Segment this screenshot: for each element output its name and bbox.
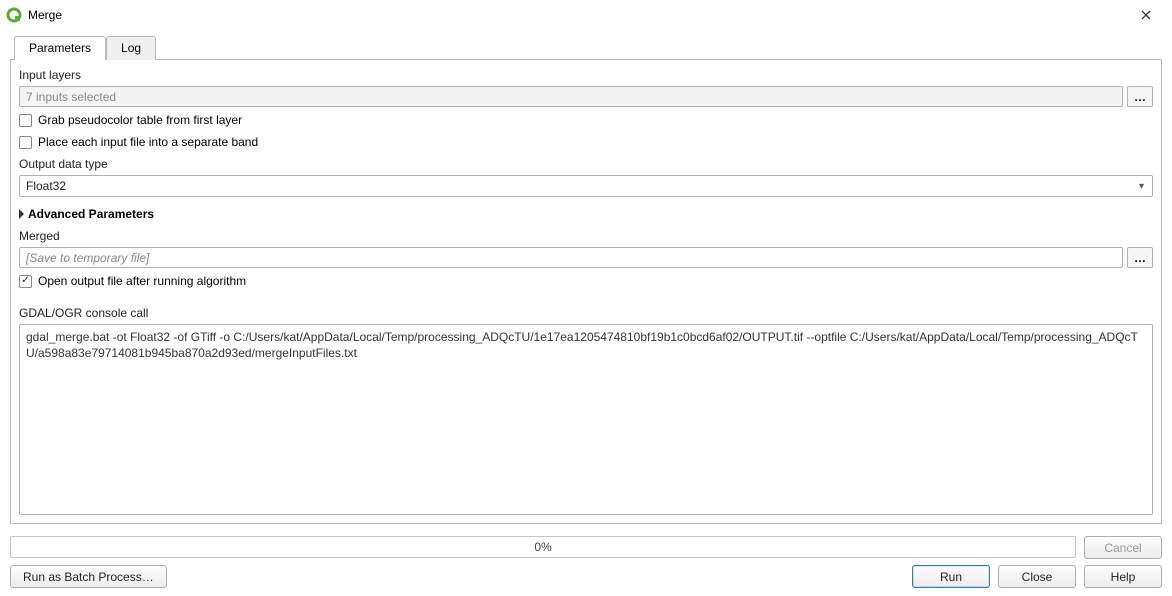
grab-pseudocolor-checkbox[interactable] bbox=[19, 114, 32, 127]
console-call-label: GDAL/OGR console call bbox=[19, 304, 1153, 320]
merge-dialog: Merge Parameters Log Input layers 7 inpu… bbox=[0, 0, 1172, 596]
tab-log[interactable]: Log bbox=[106, 36, 156, 60]
cancel-button: Cancel bbox=[1084, 536, 1162, 559]
help-button[interactable]: Help bbox=[1084, 565, 1162, 588]
triangle-right-icon bbox=[19, 209, 24, 219]
merged-label: Merged bbox=[19, 227, 1153, 243]
bottom-bar: 0% Cancel Run as Batch Process… Run Clos… bbox=[0, 532, 1172, 596]
advanced-parameters-label: Advanced Parameters bbox=[28, 207, 154, 221]
grab-pseudocolor-label: Grab pseudocolor table from first layer bbox=[38, 113, 242, 127]
qgis-icon bbox=[6, 7, 22, 23]
titlebar: Merge bbox=[0, 0, 1172, 30]
advanced-parameters-toggle[interactable]: Advanced Parameters bbox=[19, 201, 1153, 223]
output-type-label: Output data type bbox=[19, 155, 1153, 171]
console-call-text[interactable]: gdal_merge.bat -ot Float32 -of GTiff -o … bbox=[19, 324, 1153, 515]
input-layers-label: Input layers bbox=[19, 66, 1153, 82]
open-output-label: Open output file after running algorithm bbox=[38, 274, 246, 288]
input-layers-browse-button[interactable]: … bbox=[1127, 86, 1153, 107]
merged-output-browse-button[interactable]: … bbox=[1127, 247, 1153, 268]
separate-band-checkbox[interactable] bbox=[19, 136, 32, 149]
parameters-panel: Input layers 7 inputs selected … Grab ps… bbox=[10, 59, 1162, 524]
window-title: Merge bbox=[28, 8, 62, 22]
merged-output-field[interactable]: [Save to temporary file] bbox=[19, 247, 1123, 268]
close-button[interactable]: Close bbox=[998, 565, 1076, 588]
tabstrip: Parameters Log bbox=[14, 36, 1162, 60]
dialog-body: Parameters Log Input layers 7 inputs sel… bbox=[0, 30, 1172, 532]
separate-band-label: Place each input file into a separate ba… bbox=[38, 135, 258, 149]
input-layers-field[interactable]: 7 inputs selected bbox=[19, 86, 1123, 107]
chevron-down-icon: ▾ bbox=[1135, 181, 1148, 192]
output-type-value: Float32 bbox=[26, 179, 66, 193]
window-close-button[interactable] bbox=[1126, 1, 1166, 29]
progress-bar: 0% bbox=[10, 536, 1076, 558]
output-type-combobox[interactable]: Float32 ▾ bbox=[19, 175, 1153, 197]
tab-parameters[interactable]: Parameters bbox=[14, 36, 106, 60]
run-button[interactable]: Run bbox=[912, 565, 990, 588]
batch-process-button[interactable]: Run as Batch Process… bbox=[10, 565, 167, 588]
open-output-checkbox[interactable]: ✓ bbox=[19, 275, 32, 288]
